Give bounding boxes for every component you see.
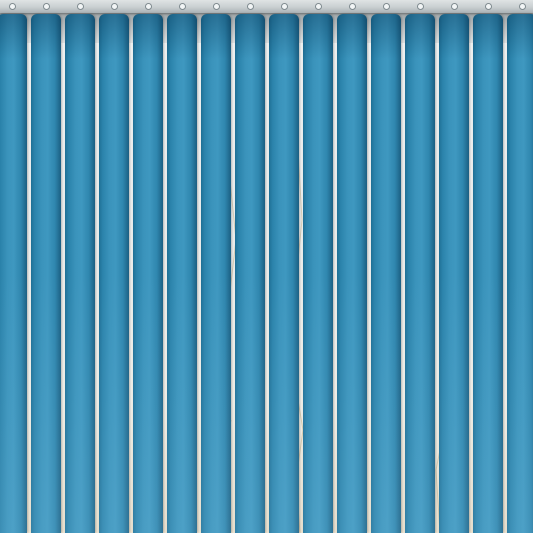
slat-hook [349, 3, 356, 10]
slat-group [0, 0, 533, 533]
slat-hook [179, 3, 186, 10]
blind-slat [405, 14, 435, 533]
slat-hook [315, 3, 322, 10]
blind-slat [99, 14, 129, 533]
blind-slat [371, 14, 401, 533]
blind-slat [31, 14, 61, 533]
blind-slat [439, 14, 469, 533]
slat-hook [77, 3, 84, 10]
slat-hook [9, 3, 16, 10]
slat-hook [451, 3, 458, 10]
slat-hook [213, 3, 220, 10]
blind-slat [473, 14, 503, 533]
slat-hook [417, 3, 424, 10]
blind-slat [167, 14, 197, 533]
blind-slat [337, 14, 367, 533]
blind-slat [235, 14, 265, 533]
slat-hook [43, 3, 50, 10]
blind-slat [303, 14, 333, 533]
slat-hook [485, 3, 492, 10]
blind-slat [507, 14, 533, 533]
slat-hook [383, 3, 390, 10]
blind-slat [65, 14, 95, 533]
slat-hook [281, 3, 288, 10]
vertical-blinds-scene [0, 0, 533, 533]
slat-hook [145, 3, 152, 10]
blind-slat [133, 14, 163, 533]
slat-hook [247, 3, 254, 10]
blind-slat [0, 14, 27, 533]
blind-slat [201, 14, 231, 533]
blind-slat [269, 14, 299, 533]
slat-hook [111, 3, 118, 10]
slat-hook [519, 3, 526, 10]
